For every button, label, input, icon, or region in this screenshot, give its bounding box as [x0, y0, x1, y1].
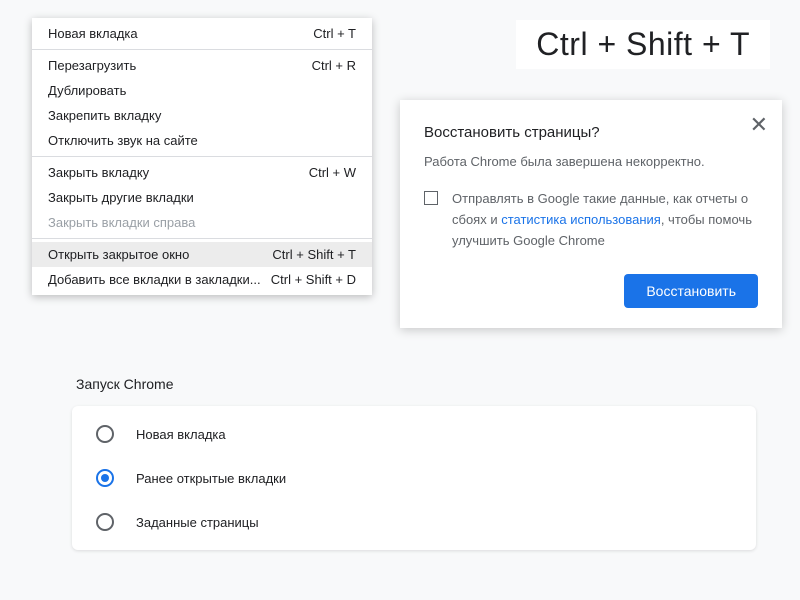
menu-separator: [32, 156, 372, 157]
radio-label: Новая вкладка: [136, 427, 226, 442]
startup-settings-title: Запуск Chrome: [76, 376, 756, 392]
dialog-title: Восстановить страницы?: [424, 124, 758, 141]
dialog-subtitle: Работа Chrome была завершена некорректно…: [424, 153, 758, 171]
menu-item-shortcut: Ctrl + Shift + D: [271, 272, 356, 287]
radio-label: Ранее открытые вкладки: [136, 471, 286, 486]
radio-icon: [96, 425, 114, 443]
menu-separator: [32, 238, 372, 239]
startup-option-specific-pages[interactable]: Заданные страницы: [72, 500, 756, 544]
radio-icon: [96, 469, 114, 487]
menu-item-shortcut: Ctrl + W: [309, 165, 356, 180]
usage-stats-link[interactable]: статистика использования: [501, 212, 661, 227]
menu-item-bookmark-all-tabs[interactable]: Добавить все вкладки в закладки... Ctrl …: [32, 267, 372, 292]
menu-item-reload[interactable]: Перезагрузить Ctrl + R: [32, 53, 372, 78]
restore-pages-dialog: ✕ Восстановить страницы? Работа Chrome б…: [400, 100, 782, 328]
close-icon[interactable]: ✕: [750, 112, 768, 138]
menu-item-label: Дублировать: [48, 83, 126, 98]
crash-report-checkbox[interactable]: [424, 191, 438, 205]
startup-option-new-tab[interactable]: Новая вкладка: [72, 412, 756, 456]
menu-item-pin-tab[interactable]: Закрепить вкладку: [32, 103, 372, 128]
startup-options-card: Новая вкладка Ранее открытые вкладки Зад…: [72, 406, 756, 550]
menu-item-close-tabs-right: Закрыть вкладки справа: [32, 210, 372, 235]
menu-item-label: Новая вкладка: [48, 26, 138, 41]
dialog-button-row: Восстановить: [424, 274, 758, 308]
menu-item-reopen-closed[interactable]: Открыть закрытое окно Ctrl + Shift + T: [32, 242, 372, 267]
menu-item-label: Закрепить вкладку: [48, 108, 161, 123]
menu-separator: [32, 49, 372, 50]
startup-option-continue[interactable]: Ранее открытые вкладки: [72, 456, 756, 500]
tab-context-menu: Новая вкладка Ctrl + T Перезагрузить Ctr…: [32, 18, 372, 295]
menu-item-mute-site[interactable]: Отключить звук на сайте: [32, 128, 372, 153]
menu-item-label: Добавить все вкладки в закладки...: [48, 272, 261, 287]
menu-item-shortcut: Ctrl + R: [312, 58, 356, 73]
crash-report-label: Отправлять в Google такие данные, как от…: [452, 189, 758, 251]
menu-item-label: Перезагрузить: [48, 58, 136, 73]
menu-item-duplicate[interactable]: Дублировать: [32, 78, 372, 103]
restore-button[interactable]: Восстановить: [624, 274, 758, 308]
startup-settings-section: Запуск Chrome Новая вкладка Ранее открыт…: [72, 376, 756, 550]
radio-icon: [96, 513, 114, 531]
menu-item-shortcut: Ctrl + T: [313, 26, 356, 41]
menu-item-label: Закрыть вкладки справа: [48, 215, 195, 230]
menu-item-shortcut: Ctrl + Shift + T: [272, 247, 356, 262]
crash-report-checkbox-row: Отправлять в Google такие данные, как от…: [424, 189, 758, 251]
menu-item-label: Открыть закрытое окно: [48, 247, 189, 262]
menu-item-label: Закрыть другие вкладки: [48, 190, 194, 205]
radio-label: Заданные страницы: [136, 515, 259, 530]
menu-item-new-tab[interactable]: Новая вкладка Ctrl + T: [32, 21, 372, 46]
menu-item-close-tab[interactable]: Закрыть вкладку Ctrl + W: [32, 160, 372, 185]
menu-item-close-other-tabs[interactable]: Закрыть другие вкладки: [32, 185, 372, 210]
menu-item-label: Отключить звук на сайте: [48, 133, 198, 148]
menu-item-label: Закрыть вкладку: [48, 165, 149, 180]
keyboard-shortcut-label: Ctrl + Shift + T: [516, 20, 770, 69]
